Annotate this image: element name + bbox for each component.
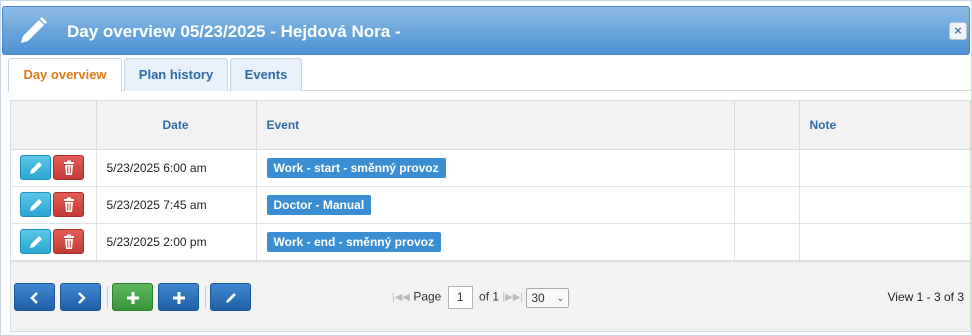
dialog-title: Day overview 05/23/2025 - Hejdová Nora - [67, 22, 401, 41]
event-badge[interactable]: Work - end - směnný provoz [266, 231, 441, 252]
row-actions [11, 149, 97, 187]
pager: |◀◀ Page 1 of 1 |▶▶| 30 ⌄ [392, 286, 570, 309]
trash-icon [64, 234, 74, 249]
delete-row-button[interactable] [53, 229, 84, 254]
pencil-icon [21, 17, 47, 43]
column-header-blank [734, 101, 800, 150]
page-size-select[interactable]: 30 ⌄ [526, 287, 570, 308]
plus-icon [127, 292, 139, 304]
page-size-value: 30 [531, 290, 545, 305]
dialog-titlebar[interactable]: Day overview 05/23/2025 - Hejdová Nora -… [2, 6, 970, 55]
row-event: Work - end - směnný provoz [256, 223, 735, 261]
events-grid: Date Event Note 5/23/2025 6:00 am Work -… [10, 100, 971, 332]
row-actions [11, 186, 97, 224]
day-overview-dialog: Day overview 05/23/2025 - Hejdová Nora -… [0, 0, 972, 336]
tab-bar: Day overview Plan history Events [7, 57, 971, 92]
chevron-right-icon [78, 292, 86, 304]
trash-icon [64, 160, 74, 175]
delete-row-button[interactable] [53, 192, 84, 217]
chevron-down-icon: ⌄ [556, 292, 565, 303]
pencil-icon [30, 162, 42, 174]
column-header-event[interactable]: Event [256, 101, 735, 150]
row-blank [734, 223, 800, 261]
row-note [799, 186, 971, 224]
pencil-icon [30, 199, 42, 211]
row-date: 5/23/2025 7:45 am [96, 186, 257, 224]
row-actions [11, 223, 97, 261]
edit-row-button[interactable] [20, 229, 51, 254]
table-row[interactable]: 5/23/2025 2:00 pm Work - end - směnný pr… [11, 223, 971, 261]
column-header-note[interactable]: Note [799, 101, 971, 150]
plus-icon [173, 292, 185, 304]
close-button[interactable]: × [949, 22, 967, 40]
page-label: Page [413, 289, 442, 304]
column-header-actions [11, 101, 97, 150]
chevron-left-icon [30, 292, 38, 304]
row-note [799, 223, 971, 261]
next-day-button[interactable] [60, 283, 101, 311]
row-event: Work - start - směnný provoz [256, 149, 735, 187]
table-row[interactable]: 5/23/2025 6:00 am Work - start - směnný … [11, 149, 971, 187]
event-badge[interactable]: Doctor - Manual [266, 194, 372, 215]
add-event-button[interactable] [112, 283, 153, 311]
toolbar-separator [205, 286, 206, 308]
edit-button[interactable] [210, 283, 251, 311]
edit-row-button[interactable] [20, 192, 51, 217]
column-header-date[interactable]: Date [96, 101, 257, 150]
tab-events[interactable]: Events [230, 58, 302, 91]
tab-plan-history[interactable]: Plan history [124, 58, 228, 91]
delete-row-button[interactable] [53, 155, 84, 180]
add-button[interactable] [158, 283, 199, 311]
first-page-icon[interactable]: |◀◀ [392, 292, 410, 303]
last-page-icon[interactable]: |▶▶| [502, 292, 523, 303]
toolbar-separator [107, 286, 108, 308]
row-note [799, 149, 971, 187]
row-blank [734, 186, 800, 224]
page-count: of 1 [479, 289, 500, 304]
table-row[interactable]: 5/23/2025 7:45 am Doctor - Manual [11, 186, 971, 224]
row-date: 5/23/2025 2:00 pm [96, 223, 257, 261]
edit-row-button[interactable] [20, 155, 51, 180]
page-number-input[interactable]: 1 [447, 286, 473, 309]
pencil-icon [226, 293, 236, 303]
row-blank [734, 149, 800, 187]
trash-icon [64, 197, 74, 212]
row-event: Doctor - Manual [256, 186, 735, 224]
grid-footer: |◀◀ Page 1 of 1 |▶▶| 30 ⌄ View 1 - 3 of … [11, 261, 970, 331]
previous-day-button[interactable] [14, 283, 55, 311]
event-badge[interactable]: Work - start - směnný provoz [266, 157, 446, 178]
row-date: 5/23/2025 6:00 am [96, 149, 257, 187]
records-count: View 1 - 3 of 3 [887, 290, 965, 304]
pencil-icon [30, 236, 42, 248]
tab-day-overview[interactable]: Day overview [8, 58, 122, 92]
